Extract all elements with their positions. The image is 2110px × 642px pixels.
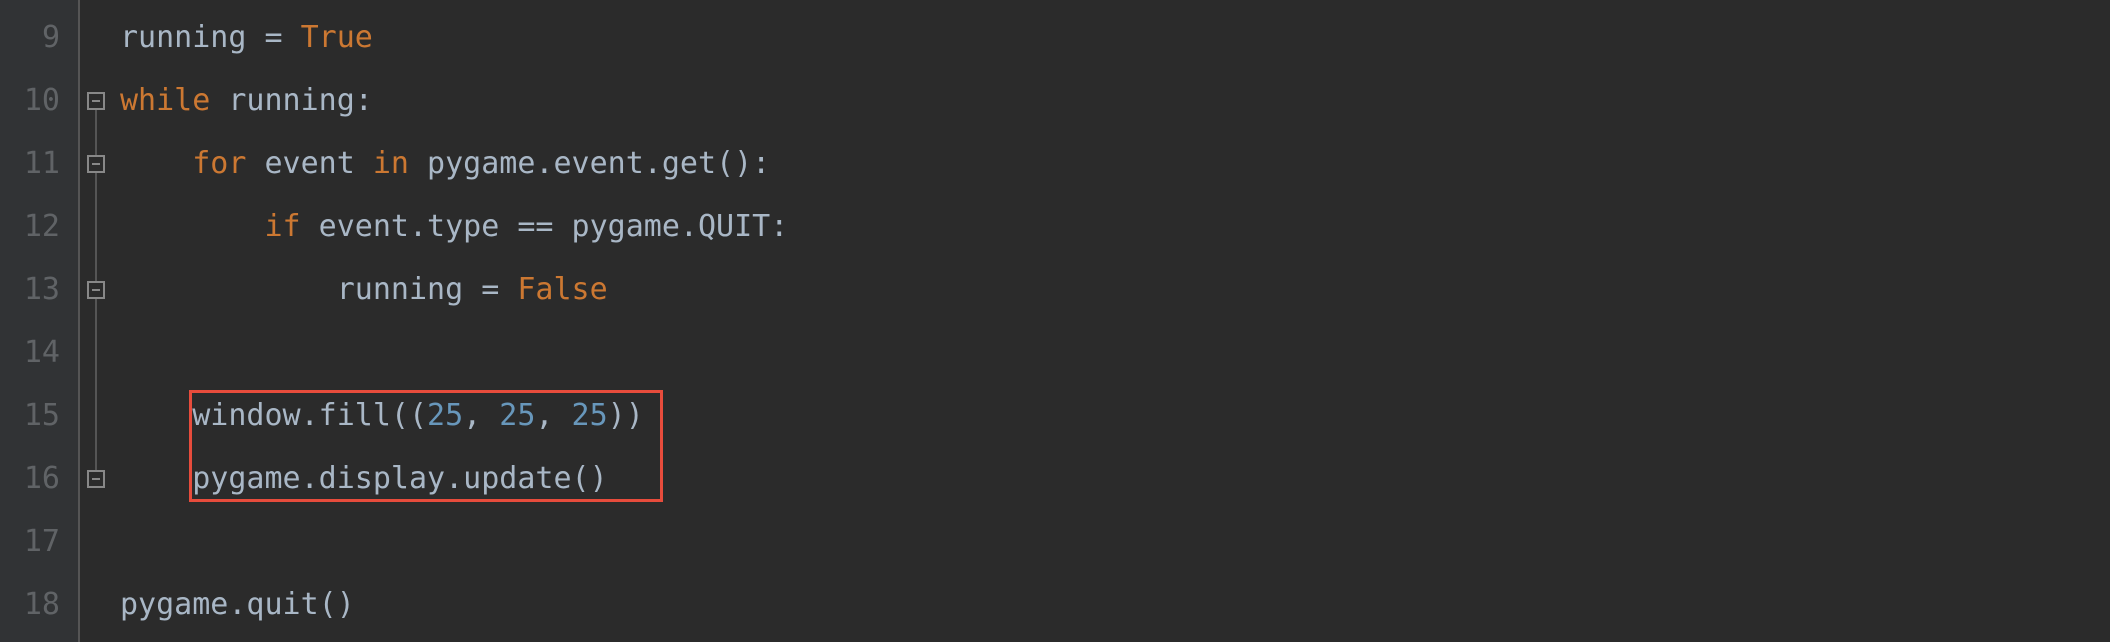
fold-row: [78, 573, 114, 636]
line-number-gutter: 9101112131415161718: [0, 0, 78, 642]
code-editor[interactable]: 9101112131415161718 running = Truewhile …: [0, 0, 2110, 642]
token: pygame.quit(): [120, 590, 355, 620]
fold-toggle-icon[interactable]: [87, 155, 105, 173]
token-num: 25: [572, 401, 608, 431]
token-num: 25: [427, 401, 463, 431]
token: running:: [210, 86, 373, 116]
token: pygame.display.update(): [120, 464, 608, 494]
token-num: 25: [499, 401, 535, 431]
token: event.type == pygame.QUIT:: [301, 212, 789, 242]
token-kw: while: [120, 86, 210, 116]
fold-row: [78, 69, 114, 132]
code-line[interactable]: [114, 321, 2110, 384]
line-number: 12: [0, 195, 60, 258]
code-area[interactable]: running = Truewhile running: for event i…: [114, 0, 2110, 642]
fold-row: [78, 258, 114, 321]
code-line[interactable]: for event in pygame.event.get():: [114, 132, 2110, 195]
fold-toggle-icon[interactable]: [87, 470, 105, 488]
token: [120, 212, 265, 242]
line-number: 9: [0, 6, 60, 69]
code-line[interactable]: running = True: [114, 6, 2110, 69]
line-number: 11: [0, 132, 60, 195]
fold-strip: [78, 0, 114, 642]
token: event: [246, 149, 372, 179]
line-number: 15: [0, 384, 60, 447]
code-line[interactable]: running = False: [114, 258, 2110, 321]
token: running =: [120, 275, 517, 305]
token: running =: [120, 23, 301, 53]
line-number: 18: [0, 573, 60, 636]
fold-row: [78, 132, 114, 195]
token: pygame.event.get():: [409, 149, 770, 179]
fold-row: [78, 384, 114, 447]
code-line[interactable]: if event.type == pygame.QUIT:: [114, 195, 2110, 258]
token-kw: if: [265, 212, 301, 242]
line-number: 10: [0, 69, 60, 132]
fold-toggle-icon[interactable]: [87, 92, 105, 110]
token: window.fill((: [120, 401, 427, 431]
line-number: 13: [0, 258, 60, 321]
fold-row: [78, 510, 114, 573]
fold-row: [78, 195, 114, 258]
fold-toggle-icon[interactable]: [87, 281, 105, 299]
fold-row: [78, 6, 114, 69]
token: )): [608, 401, 644, 431]
fold-row: [78, 447, 114, 510]
code-line[interactable]: window.fill((25, 25, 25)): [114, 384, 2110, 447]
fold-row: [78, 321, 114, 384]
token-kw: in: [373, 149, 409, 179]
line-number: 14: [0, 321, 60, 384]
code-line[interactable]: [114, 510, 2110, 573]
code-line[interactable]: while running:: [114, 69, 2110, 132]
code-line[interactable]: pygame.display.update(): [114, 447, 2110, 510]
token-bool: False: [517, 275, 607, 305]
line-number: 17: [0, 510, 60, 573]
token-bool: True: [301, 23, 373, 53]
token: ,: [535, 401, 571, 431]
token: ,: [463, 401, 499, 431]
token-kw: for: [192, 149, 246, 179]
code-line[interactable]: pygame.quit(): [114, 573, 2110, 636]
line-number: 16: [0, 447, 60, 510]
token: [120, 149, 192, 179]
